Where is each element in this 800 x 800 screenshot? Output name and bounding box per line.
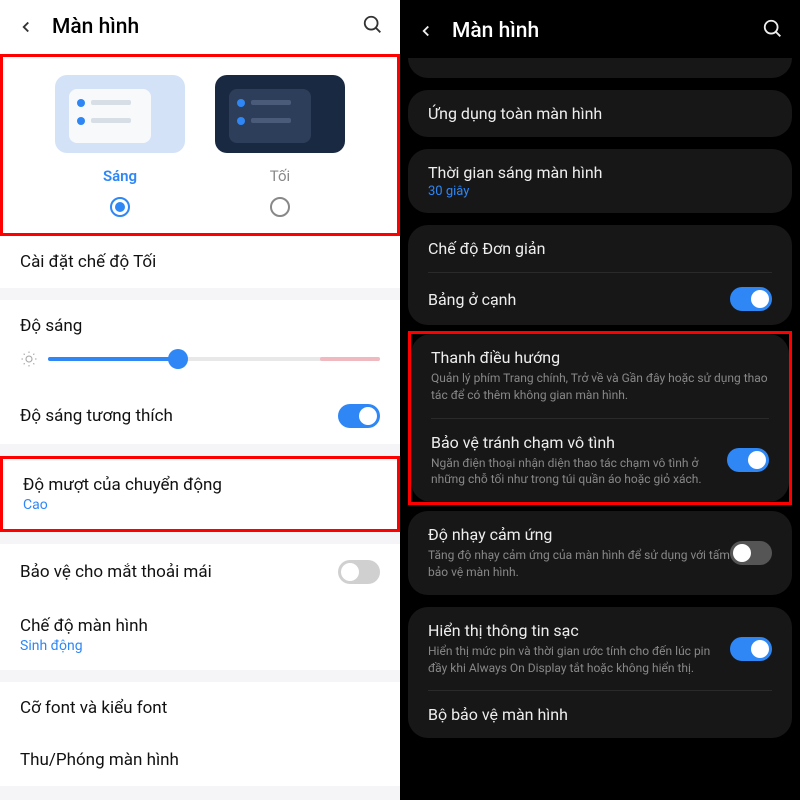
sun-icon (20, 350, 38, 368)
row-screen-timeout[interactable]: Thời gian sáng màn hình 30 giây (408, 149, 792, 213)
theme-label-light: Sáng (103, 167, 137, 185)
header: Màn hình (400, 0, 800, 58)
theme-option-dark[interactable]: Tối (215, 75, 345, 217)
toggle-edge-panels[interactable] (730, 287, 772, 311)
back-icon[interactable] (416, 21, 436, 41)
row-font-size[interactable]: Cỡ font và kiểu font (0, 682, 400, 734)
row-accidental-touch[interactable]: Bảo vệ tránh chạm vô tình Ngăn điện thoạ… (411, 419, 789, 503)
row-fullscreen-apps[interactable]: Ứng dụng toàn màn hình (408, 90, 792, 137)
toggle-eye-comfort[interactable] (338, 560, 380, 584)
radio-light[interactable] (110, 197, 130, 217)
row-easy-mode[interactable]: Chế độ Đơn giản (408, 225, 792, 272)
toggle-touch-sensitivity[interactable] (730, 541, 772, 565)
brightness-slider[interactable] (20, 350, 380, 368)
toggle-charging-info[interactable] (730, 637, 772, 661)
row-dark-mode-settings[interactable]: Cài đặt chế độ Tối (0, 236, 400, 288)
theme-preview-dark (215, 75, 345, 153)
row-motion-smoothness[interactable]: Độ mượt của chuyển động Cao (0, 456, 400, 532)
settings-panel-dark: Màn hình Ứng dụng toàn màn hình Thời gia… (400, 0, 800, 800)
row-touch-sensitivity[interactable]: Độ nhạy cảm ứng Tăng độ nhạy cảm ứng của… (408, 511, 792, 595)
page-title: Màn hình (52, 15, 346, 39)
theme-preview-light (55, 75, 185, 153)
row-screen-saver[interactable]: Bộ bảo vệ màn hình (408, 691, 792, 738)
header: Màn hình (0, 0, 400, 54)
row-brightness: Độ sáng (0, 300, 400, 388)
search-icon[interactable] (362, 14, 384, 40)
theme-option-light[interactable]: Sáng (55, 75, 185, 217)
row-edge-panels[interactable]: Bảng ở cạnh (408, 273, 792, 325)
row-screen-mode[interactable]: Chế độ màn hình Sinh động (0, 600, 400, 670)
theme-selector-card: Sáng Tối (0, 54, 400, 236)
radio-dark[interactable] (270, 197, 290, 217)
search-icon[interactable] (762, 18, 784, 44)
settings-panel-light: Màn hình Sáng (0, 0, 400, 800)
toggle-adaptive-brightness[interactable] (338, 404, 380, 428)
page-title: Màn hình (452, 19, 746, 43)
row-nav-bar[interactable]: Thanh điều hướng Quản lý phím Trang chín… (411, 334, 789, 418)
row-zoom[interactable]: Thu/Phóng màn hình (0, 734, 400, 786)
row-partial-top (408, 58, 792, 78)
row-eye-comfort[interactable]: Bảo vệ cho mắt thoải mái (0, 544, 400, 600)
theme-label-dark: Tối (270, 167, 290, 185)
toggle-accidental-touch[interactable] (727, 448, 769, 472)
row-charging-info[interactable]: Hiển thị thông tin sạc Hiển thị mức pin … (408, 607, 792, 691)
row-adaptive-brightness[interactable]: Độ sáng tương thích (0, 388, 400, 444)
back-icon[interactable] (16, 17, 36, 37)
